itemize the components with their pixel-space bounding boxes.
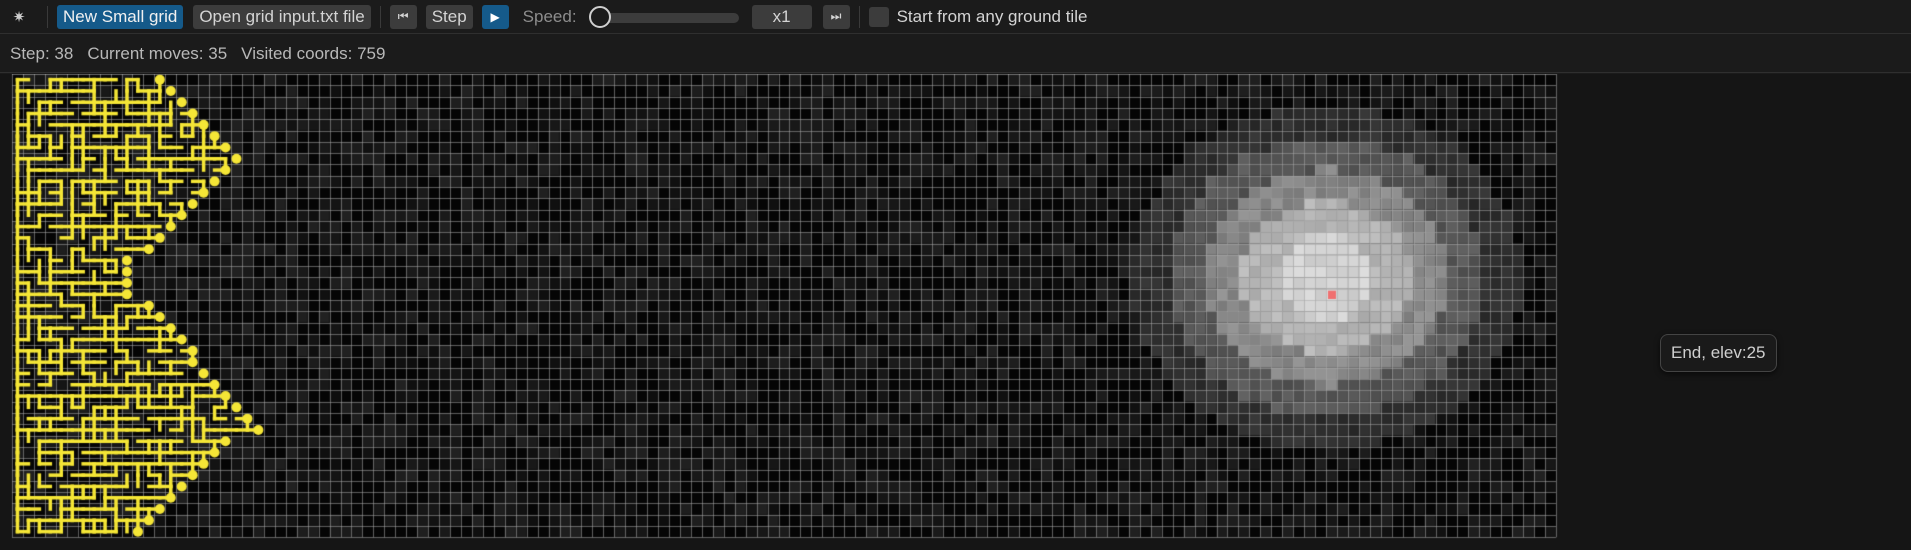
toolbar-divider (47, 5, 48, 28)
start-any-checkbox[interactable] (868, 6, 889, 27)
current-moves: Current moves: 35 (87, 43, 228, 63)
start-any-label[interactable]: Start from any ground tile (897, 7, 1088, 27)
play-icon[interactable]: ▶ (481, 4, 509, 29)
status-bar: Step: 38 Current moves: 35 Visited coord… (0, 35, 1911, 73)
speed-slider-track[interactable] (592, 12, 739, 23)
skip-back-icon[interactable]: ⏮ (389, 4, 417, 29)
visited-coords: Visited coords: 759 (241, 43, 386, 63)
speed-slider-handle[interactable] (588, 5, 611, 28)
grid-panel[interactable]: End, elev:25 (0, 74, 1911, 550)
speed-slider[interactable] (588, 5, 739, 29)
step-count: Step: 38 (10, 43, 74, 63)
toolbar-divider (379, 5, 381, 28)
speed-label: Speed: (522, 6, 577, 26)
skip-forward-icon[interactable]: ⏭ (822, 4, 850, 29)
new-small-grid-button[interactable]: New Small grid (57, 4, 184, 29)
elevation-grid[interactable] (0, 74, 1911, 550)
app-window: ✷ New Small grid Open grid input.txt fil… (0, 0, 1911, 550)
toolbar-divider (858, 5, 860, 28)
toolbar: ✷ New Small grid Open grid input.txt fil… (0, 0, 1911, 34)
end-tooltip: End, elev:25 (1660, 334, 1777, 372)
step-button[interactable]: Step (425, 4, 473, 29)
open-grid-file-button[interactable]: Open grid input.txt file (193, 4, 371, 29)
sun-icon[interactable]: ✷ (8, 6, 30, 28)
speed-value[interactable]: x1 (751, 4, 812, 29)
